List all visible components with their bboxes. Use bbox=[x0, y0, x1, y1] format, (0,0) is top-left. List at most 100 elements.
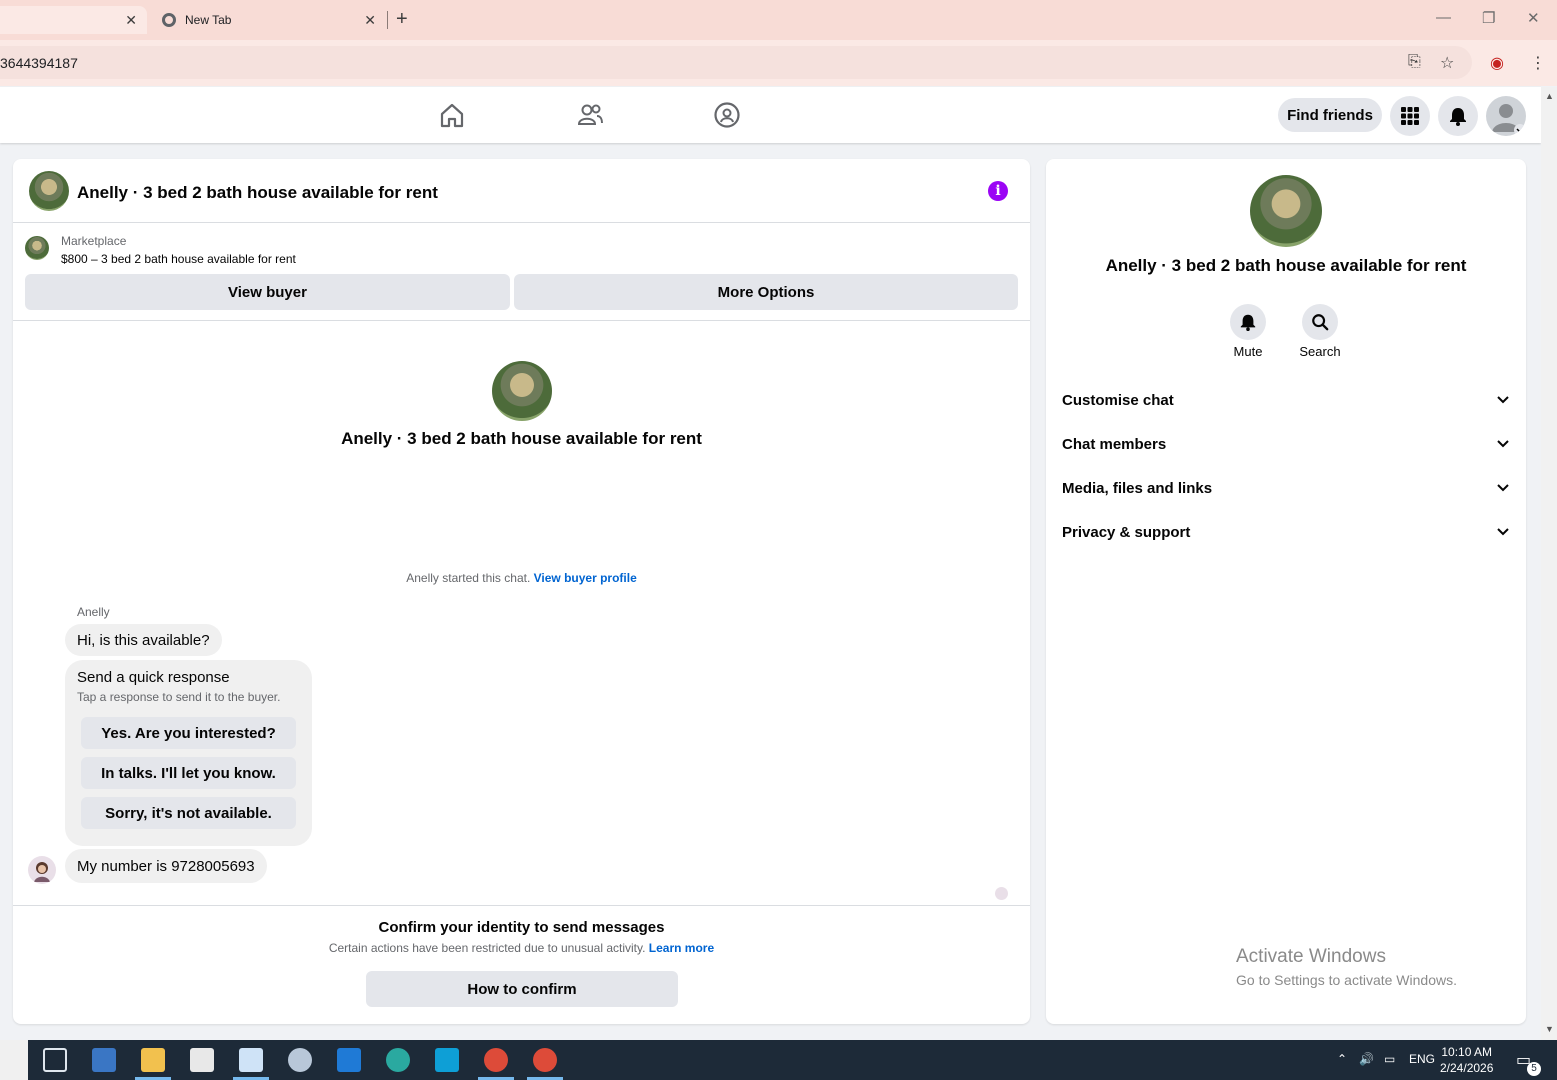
divider bbox=[13, 905, 1030, 906]
started-text: Anelly started this chat. bbox=[406, 571, 531, 585]
page-scrollbar[interactable]: ▲ ▼ bbox=[1541, 87, 1557, 1040]
message-bubble[interactable]: Hi, is this available? bbox=[65, 624, 222, 656]
network-icon[interactable]: ▭ bbox=[1384, 1052, 1395, 1066]
browser-tab-2[interactable]: New Tab ✕ bbox=[150, 6, 386, 34]
listing-thumbnail[interactable] bbox=[25, 236, 49, 260]
search-icon bbox=[1312, 314, 1329, 331]
chrome-icon[interactable] bbox=[533, 1048, 557, 1072]
browser-tab-1[interactable]: ✕ bbox=[0, 6, 147, 34]
section-label: Chat members bbox=[1062, 435, 1167, 453]
divider bbox=[13, 320, 1030, 321]
install-app-icon[interactable]: ⎘ bbox=[1408, 53, 1421, 71]
task-view-icon[interactable] bbox=[43, 1048, 67, 1072]
notepad-icon[interactable] bbox=[239, 1048, 263, 1072]
side-title: Anelly · 3 bed 2 bath house available fo… bbox=[1105, 256, 1467, 275]
clock[interactable]: 10:10 AM 2/24/2026 bbox=[1440, 1044, 1493, 1076]
profile-icon[interactable]: ◉ bbox=[1490, 53, 1504, 73]
quick-reply-button[interactable]: Yes. Are you interested? bbox=[81, 717, 296, 749]
section-customise-chat[interactable]: Customise chat bbox=[1062, 385, 1510, 415]
account-avatar[interactable] bbox=[1486, 96, 1526, 136]
how-to-confirm-button[interactable]: How to confirm bbox=[366, 971, 678, 1007]
tab-close-icon[interactable]: ✕ bbox=[125, 12, 137, 29]
minimize-icon[interactable]: — bbox=[1436, 9, 1451, 26]
activate-windows-watermark: Activate Windows Go to Settings to activ… bbox=[1236, 946, 1457, 988]
store-icon[interactable] bbox=[190, 1048, 214, 1072]
omnibox[interactable]: 3644394187 bbox=[0, 46, 1472, 79]
mute-action[interactable]: Mute bbox=[1213, 304, 1283, 359]
chevron-down-icon bbox=[1497, 396, 1509, 404]
listing-text[interactable]: $800 – 3 bed 2 bath house available for … bbox=[61, 252, 296, 266]
buyer-avatar-icon bbox=[34, 862, 50, 882]
this-pc-icon[interactable] bbox=[92, 1048, 116, 1072]
url-text: 3644394187 bbox=[0, 55, 78, 71]
section-privacy-support[interactable]: Privacy & support bbox=[1062, 517, 1510, 547]
friends-icon[interactable] bbox=[576, 101, 604, 129]
notification-count-badge: 5 bbox=[1527, 1062, 1541, 1076]
scroll-down-icon[interactable]: ▼ bbox=[1545, 1024, 1554, 1034]
window-close-icon[interactable]: ✕ bbox=[1527, 9, 1540, 27]
new-tab-icon[interactable]: + bbox=[396, 8, 408, 31]
grid-icon bbox=[1401, 107, 1419, 125]
home-icon[interactable] bbox=[438, 101, 466, 129]
section-label: Customise chat bbox=[1062, 391, 1174, 409]
confirm-identity-title: Confirm your identity to send messages bbox=[378, 919, 665, 936]
language-indicator[interactable]: ENG bbox=[1409, 1052, 1435, 1066]
app-icon[interactable] bbox=[288, 1048, 312, 1072]
chat-title[interactable]: Anelly · 3 bed 2 bath house available fo… bbox=[77, 183, 438, 203]
listing-avatar[interactable] bbox=[29, 171, 69, 211]
message-bubble[interactable]: My number is 9728005693 bbox=[65, 849, 267, 883]
conversation-avatar[interactable] bbox=[492, 361, 552, 421]
chevron-down-icon bbox=[1497, 528, 1509, 536]
search-action[interactable]: Search bbox=[1285, 304, 1355, 359]
clock-time: 10:10 AM bbox=[1441, 1045, 1493, 1059]
marketplace-label: Marketplace bbox=[61, 234, 127, 248]
menu-kebab-icon[interactable]: ⋮ bbox=[1530, 53, 1546, 73]
show-hidden-icons[interactable]: ⌃ bbox=[1337, 1052, 1347, 1066]
conversation-title: Anelly · 3 bed 2 bath house available fo… bbox=[341, 429, 702, 448]
scroll-up-icon[interactable]: ▲ bbox=[1545, 91, 1554, 101]
chrome-profile-icon[interactable] bbox=[484, 1048, 508, 1072]
bell-icon bbox=[1450, 108, 1466, 126]
menu-grid-button[interactable] bbox=[1390, 96, 1430, 136]
mail-icon[interactable] bbox=[337, 1048, 361, 1072]
quick-reply-button[interactable]: In talks. I'll let you know. bbox=[81, 757, 296, 789]
watermark-line-2: Go to Settings to activate Windows. bbox=[1236, 972, 1457, 988]
mute-button[interactable] bbox=[1230, 304, 1266, 340]
view-buyer-profile-link[interactable]: View buyer profile bbox=[534, 571, 637, 585]
watermark-line-1: Activate Windows bbox=[1236, 946, 1386, 967]
learn-more-link[interactable]: Learn more bbox=[649, 941, 714, 955]
chat-panel: Anelly · 3 bed 2 bath house available fo… bbox=[13, 159, 1030, 1024]
groups-icon[interactable] bbox=[713, 101, 741, 129]
edge-icon[interactable] bbox=[386, 1048, 410, 1072]
tab-title: New Tab bbox=[185, 13, 232, 27]
buyer-avatar[interactable] bbox=[28, 856, 56, 884]
listing-large-avatar[interactable] bbox=[1250, 175, 1322, 247]
quick-reply-button[interactable]: Sorry, it's not available. bbox=[81, 797, 296, 829]
section-media-files-links[interactable]: Media, files and links bbox=[1062, 473, 1510, 503]
tab-separator bbox=[387, 11, 388, 29]
file-explorer-icon[interactable] bbox=[141, 1048, 165, 1072]
confirm-identity-subtitle: Certain actions have been restricted due… bbox=[13, 941, 1030, 955]
more-options-button[interactable]: More Options bbox=[514, 274, 1018, 310]
volume-icon[interactable]: 🔊 bbox=[1359, 1052, 1374, 1066]
chevron-down-icon bbox=[1497, 440, 1509, 448]
start-button[interactable] bbox=[0, 1040, 28, 1080]
restore-icon[interactable]: ❐ bbox=[1482, 9, 1495, 27]
sender-name: Anelly bbox=[77, 605, 110, 619]
view-buyer-button[interactable]: View buyer bbox=[25, 274, 510, 310]
search-button[interactable] bbox=[1302, 304, 1338, 340]
bookmark-star-icon[interactable]: ☆ bbox=[1440, 53, 1454, 73]
chat-header: Anelly · 3 bed 2 bath house available fo… bbox=[13, 159, 1030, 223]
address-bar: 3644394187 ⎘ ☆ ◉ ⋮ bbox=[0, 40, 1557, 86]
find-friends-button[interactable]: Find friends bbox=[1278, 98, 1382, 132]
chevron-down-icon bbox=[1497, 484, 1509, 492]
section-chat-members[interactable]: Chat members bbox=[1062, 429, 1510, 459]
s-app-icon[interactable] bbox=[435, 1048, 459, 1072]
info-icon[interactable]: i bbox=[988, 181, 1008, 201]
restriction-text: Certain actions have been restricted due… bbox=[328, 941, 646, 955]
tab-close-icon[interactable]: ✕ bbox=[364, 12, 376, 29]
notifications-button[interactable] bbox=[1438, 96, 1478, 136]
search-label: Search bbox=[1299, 344, 1341, 359]
mute-label: Mute bbox=[1233, 344, 1263, 359]
quick-response-title: Send a quick response bbox=[77, 669, 230, 686]
